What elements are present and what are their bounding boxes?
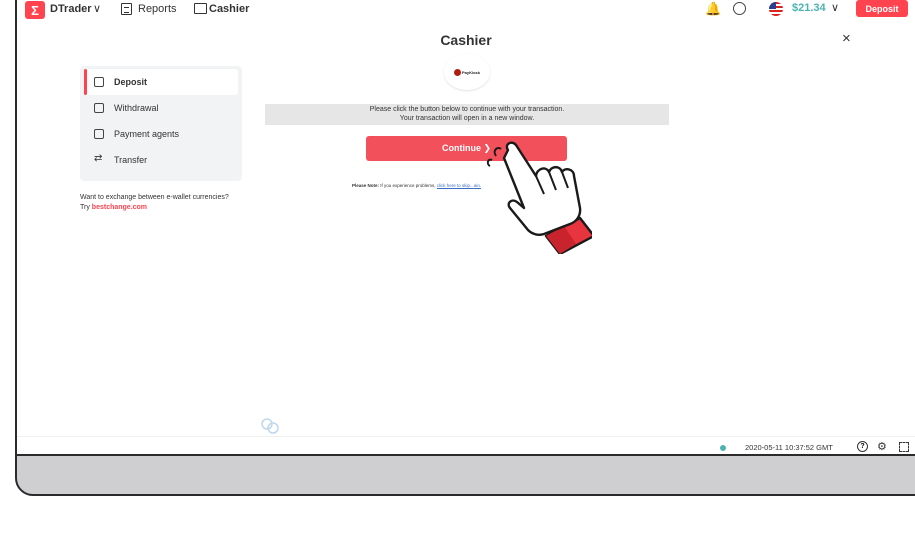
balance-chevron-down-icon[interactable]: ∨ [831, 1, 839, 14]
page-title: Cashier [440, 32, 492, 48]
transaction-info-box: Please click the button below to continu… [265, 104, 669, 125]
sidebar-item-label: Deposit [114, 77, 148, 87]
notification-bell-icon[interactable]: 🔔 [705, 1, 721, 17]
ewallet-exchange-note: Want to exchange between e-wallet curren… [80, 193, 240, 213]
transfer-arrows-icon: ⇄ [94, 153, 103, 164]
nav-cashier-link[interactable]: Cashier [209, 3, 249, 15]
note-label: Please Note: [352, 183, 380, 188]
status-footer: 2020-05-11 10:37:52 GMT ? ⚙ [17, 436, 915, 454]
note-text: If you experience problems, [379, 183, 437, 188]
note-tail[interactable]: ain. [474, 183, 481, 188]
sidebar-item-payment-agents[interactable]: Payment agents [84, 121, 238, 147]
chevron-down-icon[interactable]: ∨ [93, 2, 101, 15]
close-icon[interactable]: × [842, 30, 851, 47]
account-balance[interactable]: $21.34 [792, 2, 826, 14]
info-line-1: Please click the button below to continu… [369, 106, 565, 113]
deriv-logo-icon[interactable]: Σ [25, 1, 45, 19]
settings-gear-icon[interactable]: ⚙ [877, 440, 887, 453]
watermark-logo-icon [261, 418, 279, 434]
nav-reports-link[interactable]: Reports [138, 3, 177, 15]
provider-logo-mark-icon [453, 68, 461, 76]
help-icon[interactable]: ? [857, 441, 868, 452]
info-line-2: Your transaction will open in a new wind… [399, 114, 535, 122]
sidebar-item-withdrawal[interactable]: Withdrawal [84, 95, 238, 121]
payment-agent-icon [94, 129, 104, 139]
fullscreen-icon[interactable] [899, 442, 909, 452]
skip-link[interactable]: click here to skip... [437, 183, 474, 188]
account-icon[interactable] [733, 2, 746, 15]
wallet-icon [94, 103, 104, 113]
sidebar-item-label: Transfer [114, 155, 148, 165]
sidebar-item-transfer[interactable]: ⇄ Transfer [84, 147, 238, 173]
pointing-hand-cursor-icon [486, 141, 592, 254]
bestchange-link[interactable]: bestchange.com [92, 204, 147, 211]
connection-status-dot [720, 445, 726, 451]
screenshot-stage: Σ DTrader ∨ Reports Cashier 🔔 $21.34 ∨ D… [0, 0, 915, 538]
header-deposit-button[interactable]: Deposit [856, 0, 908, 17]
platform-switcher-label[interactable]: DTrader [50, 3, 92, 15]
sidebar-item-label: Payment agents [114, 129, 180, 139]
payment-provider-logo: PayKiosk [444, 54, 490, 90]
reports-icon[interactable] [121, 3, 132, 15]
wallet-icon [94, 77, 104, 87]
top-header: Σ DTrader ∨ Reports Cashier 🔔 $21.34 ∨ D… [17, 0, 915, 22]
server-time: 2020-05-11 10:37:52 GMT [745, 443, 833, 452]
sidebar-item-label: Withdrawal [114, 103, 159, 113]
cashier-side-menu: Deposit Withdrawal Payment agents ⇄ Tran… [80, 66, 242, 181]
cashier-icon[interactable] [194, 3, 207, 14]
app-screen: Σ DTrader ∨ Reports Cashier 🔔 $21.34 ∨ D… [17, 0, 915, 456]
provider-logo-text: PayKiosk [461, 69, 480, 75]
sidebar-item-deposit[interactable]: Deposit [84, 69, 238, 95]
cashier-title-bar: Cashier × [17, 24, 915, 56]
usd-flag-icon[interactable] [769, 2, 783, 16]
